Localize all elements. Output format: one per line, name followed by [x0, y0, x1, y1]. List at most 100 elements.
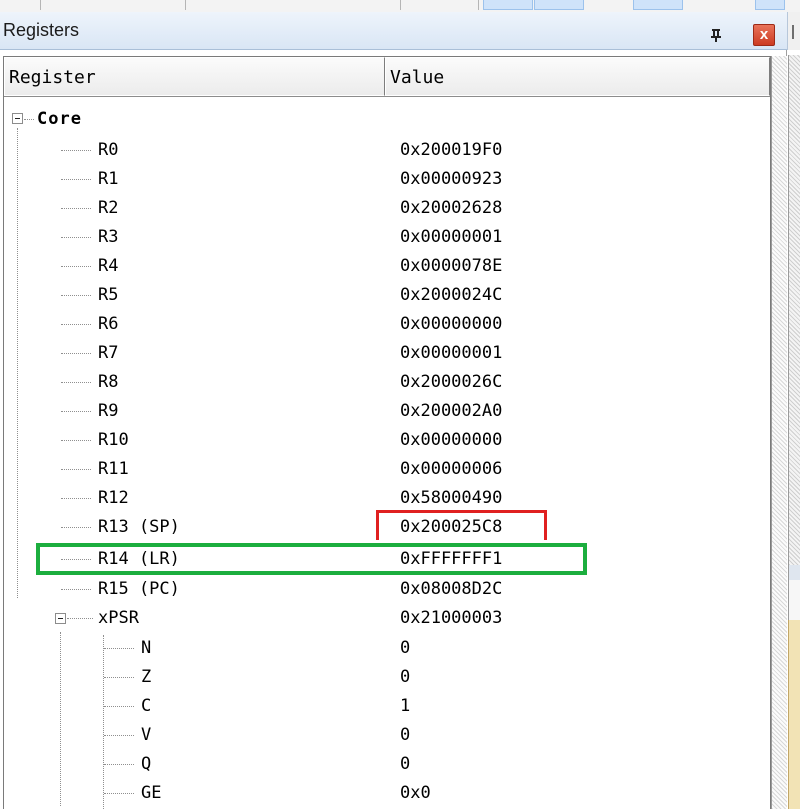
tree-connector	[61, 295, 91, 296]
tree-connector	[61, 527, 91, 528]
register-value[interactable]: 0x00000000	[400, 426, 502, 455]
adjacent-editor-panel	[788, 620, 800, 809]
flag-row-v[interactable]: V 0	[4, 721, 770, 750]
tree-row-core[interactable]: Core	[4, 105, 770, 134]
register-value[interactable]: 0x00000006	[400, 455, 502, 484]
flag-name: Z	[141, 667, 152, 687]
register-tree: Core R0 0x200019F0 R1 0x00000923 R2 0x20…	[0, 0, 770, 809]
register-row-r3[interactable]: R3 0x00000001	[4, 223, 770, 252]
flag-row-ge[interactable]: GE 0x0	[4, 779, 770, 808]
tree-connector	[61, 266, 91, 267]
flag-name: N	[141, 638, 152, 658]
register-name: xPSR	[98, 608, 139, 628]
register-value[interactable]: 0x20002628	[400, 194, 502, 223]
collapse-icon[interactable]	[12, 113, 23, 124]
flag-row-q[interactable]: Q 0	[4, 750, 770, 779]
tree-connector	[104, 706, 134, 707]
register-row-r0[interactable]: R0 0x200019F0	[4, 136, 770, 165]
tree-connector	[61, 382, 91, 383]
grid-scrollbar[interactable]	[771, 56, 787, 809]
tab-marker	[792, 25, 794, 39]
flag-value[interactable]: 0	[400, 634, 410, 663]
register-name: R3	[98, 227, 119, 247]
register-name: R5	[98, 285, 119, 305]
register-name: R2	[98, 198, 119, 218]
flag-value[interactable]: 0x0	[400, 779, 431, 808]
tree-connector	[104, 793, 134, 794]
register-value[interactable]: 0x21000003	[400, 604, 502, 633]
register-name: R10	[98, 430, 129, 450]
register-name: R1	[98, 169, 119, 189]
highlight-box-lr-row	[36, 543, 587, 575]
adjacent-panel-divider	[788, 565, 800, 580]
register-row-r6[interactable]: R6 0x00000000	[4, 310, 770, 339]
register-row-r11[interactable]: R11 0x00000006	[4, 455, 770, 484]
register-name: R8	[98, 372, 119, 392]
register-value[interactable]: 0x0000078E	[400, 252, 502, 281]
register-value[interactable]: 0x200002A0	[400, 397, 502, 426]
tree-connector	[104, 735, 134, 736]
register-row-r1[interactable]: R1 0x00000923	[4, 165, 770, 194]
tree-connector	[61, 498, 91, 499]
register-value[interactable]: 0x08008D2C	[400, 575, 502, 604]
register-value[interactable]: 0x00000923	[400, 165, 502, 194]
register-value[interactable]: 0x2000024C	[400, 281, 502, 310]
tree-connector	[104, 677, 134, 678]
register-name: R4	[98, 256, 119, 276]
tree-connector	[61, 440, 91, 441]
register-row-r4[interactable]: R4 0x0000078E	[4, 252, 770, 281]
register-row-r5[interactable]: R5 0x2000024C	[4, 281, 770, 310]
tree-connector	[24, 119, 34, 120]
register-row-r9[interactable]: R9 0x200002A0	[4, 397, 770, 426]
tree-connector	[61, 150, 91, 151]
flag-value[interactable]: 0	[400, 721, 410, 750]
register-value[interactable]: 0x58000490	[400, 484, 502, 513]
register-value[interactable]: 0x00000000	[400, 310, 502, 339]
register-row-xpsr[interactable]: xPSR 0x21000003	[4, 604, 770, 633]
register-value[interactable]: 0x00000001	[400, 339, 502, 368]
flag-value[interactable]: 0	[400, 750, 410, 779]
flag-row-z[interactable]: Z 0	[4, 663, 770, 692]
register-name: R12	[98, 488, 129, 508]
register-name: R15 (PC)	[98, 579, 180, 599]
register-name: R0	[98, 140, 119, 160]
register-value[interactable]: 0x200019F0	[400, 136, 502, 165]
register-value[interactable]: 0x00000001	[400, 223, 502, 252]
tree-connector	[61, 237, 91, 238]
flag-row-c[interactable]: C 1	[4, 692, 770, 721]
outer-scrollbar[interactable]	[788, 55, 800, 565]
flag-row-n[interactable]: N 0	[4, 634, 770, 663]
group-label-core: Core	[37, 109, 82, 129]
register-row-r8[interactable]: R8 0x2000026C	[4, 368, 770, 397]
register-name: R7	[98, 343, 119, 363]
flag-value[interactable]: 0	[400, 663, 410, 692]
register-name: R6	[98, 314, 119, 334]
flag-value[interactable]: 1	[400, 692, 410, 721]
tree-connector	[61, 353, 91, 354]
register-row-r12[interactable]: R12 0x58000490	[4, 484, 770, 513]
flag-name: GE	[141, 783, 162, 803]
flag-name: Q	[141, 754, 152, 774]
register-row-r15-pc[interactable]: R15 (PC) 0x08008D2C	[4, 575, 770, 604]
register-name: R13 (SP)	[98, 517, 180, 537]
tree-connector	[61, 208, 91, 209]
register-row-r2[interactable]: R2 0x20002628	[4, 194, 770, 223]
flag-name: C	[141, 696, 152, 716]
highlight-box-sp-value	[376, 510, 547, 540]
register-row-r7[interactable]: R7 0x00000001	[4, 339, 770, 368]
tree-connector	[104, 764, 134, 765]
tree-connector	[67, 618, 93, 619]
tree-connector	[61, 589, 91, 590]
collapse-icon[interactable]	[55, 613, 66, 624]
tree-connector	[61, 324, 91, 325]
flag-name: V	[141, 725, 152, 745]
register-value[interactable]: 0x2000026C	[400, 368, 502, 397]
adjacent-panel	[788, 580, 800, 620]
register-row-r10[interactable]: R10 0x00000000	[4, 426, 770, 455]
adjacent-panel-edge	[787, 12, 800, 50]
tree-connector	[61, 411, 91, 412]
tree-connector	[104, 648, 134, 649]
register-name: R11	[98, 459, 129, 479]
tree-connector	[61, 179, 91, 180]
tree-connector	[61, 469, 91, 470]
